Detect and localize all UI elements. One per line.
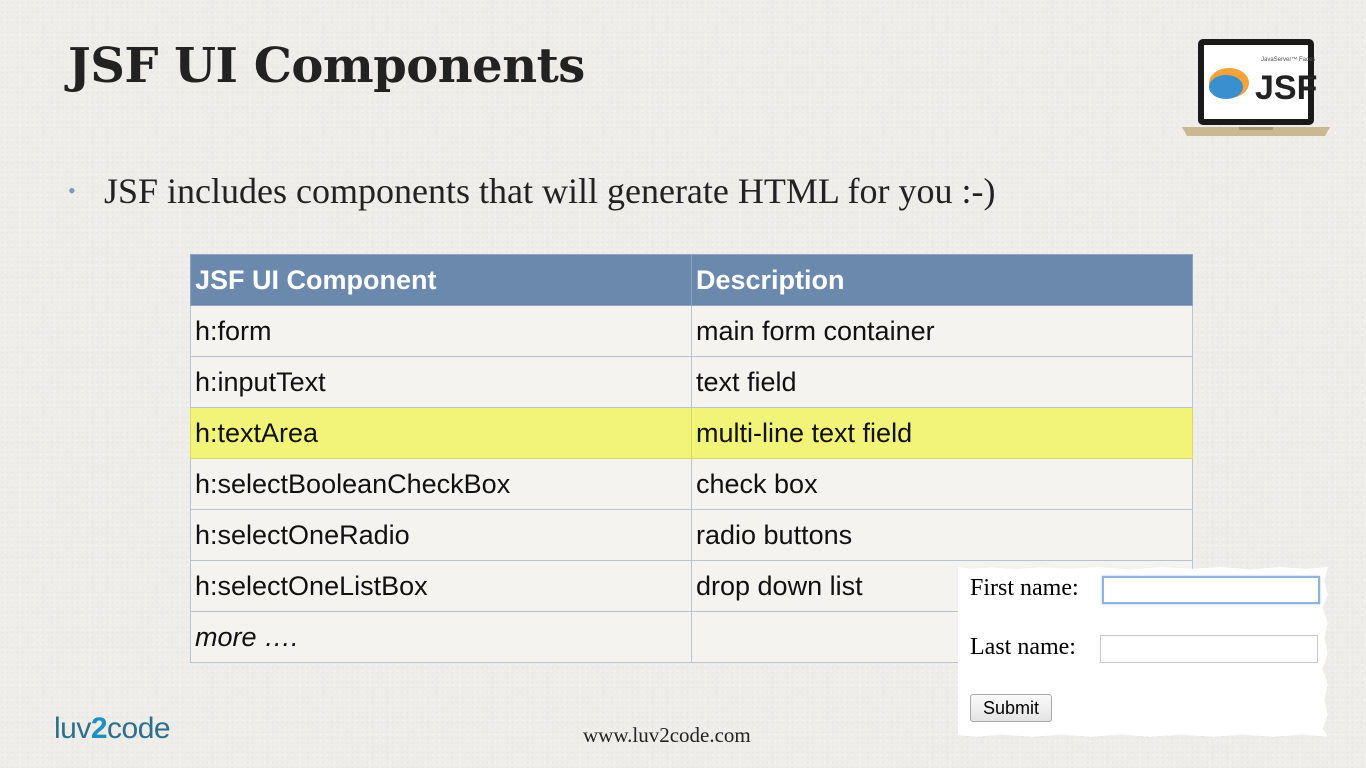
luv2code-logo: luv2code [54,712,171,745]
first-name-field[interactable] [1102,576,1320,604]
description-cell: text field [691,356,1193,408]
component-cell: h:textArea [190,407,692,459]
table-row: h:inputText text field [190,356,1193,408]
bullet-text: JSF includes components that will genera… [104,171,996,211]
component-cell: more …. [190,611,692,663]
example-form-screenshot: First name: Last name: Submit [958,567,1328,737]
description-cell: check box [691,458,1193,510]
table-row-highlighted: h:textArea multi-line text field [190,407,1193,459]
submit-button[interactable]: Submit [970,694,1052,722]
description-cell: multi-line text field [691,407,1193,459]
svg-text:JavaServer™ Faces: JavaServer™ Faces [1261,56,1315,63]
component-cell: h:selectOneRadio [190,509,692,561]
table-row: h:selectBooleanCheckBox check box [190,458,1193,510]
bullet-item: • JSF includes components that will gene… [68,170,996,212]
laptop-jsf-logo-icon: JavaServer™ Faces JSF [1182,39,1330,136]
footer-url: www.luv2code.com [583,723,751,747]
description-cell: main form container [691,305,1193,357]
component-cell: h:selectOneListBox [190,560,692,612]
logo-text: JSF [1255,69,1317,107]
last-name-label: Last name: [970,634,1076,660]
last-name-field[interactable] [1100,635,1318,663]
component-cell: h:inputText [190,356,692,408]
header-component: JSF UI Component [190,254,692,306]
first-name-label: First name: [970,575,1079,601]
slide-title: JSF UI Components [68,38,585,94]
description-cell: radio buttons [691,509,1193,561]
table-row: h:selectOneRadio radio buttons [190,509,1193,561]
table-row: h:form main form container [190,305,1193,357]
component-cell: h:selectBooleanCheckBox [190,458,692,510]
header-description: Description [691,254,1193,306]
table-header-row: JSF UI Component Description [190,254,1193,306]
bullet-dot-icon: • [68,178,76,203]
component-cell: h:form [190,305,692,357]
